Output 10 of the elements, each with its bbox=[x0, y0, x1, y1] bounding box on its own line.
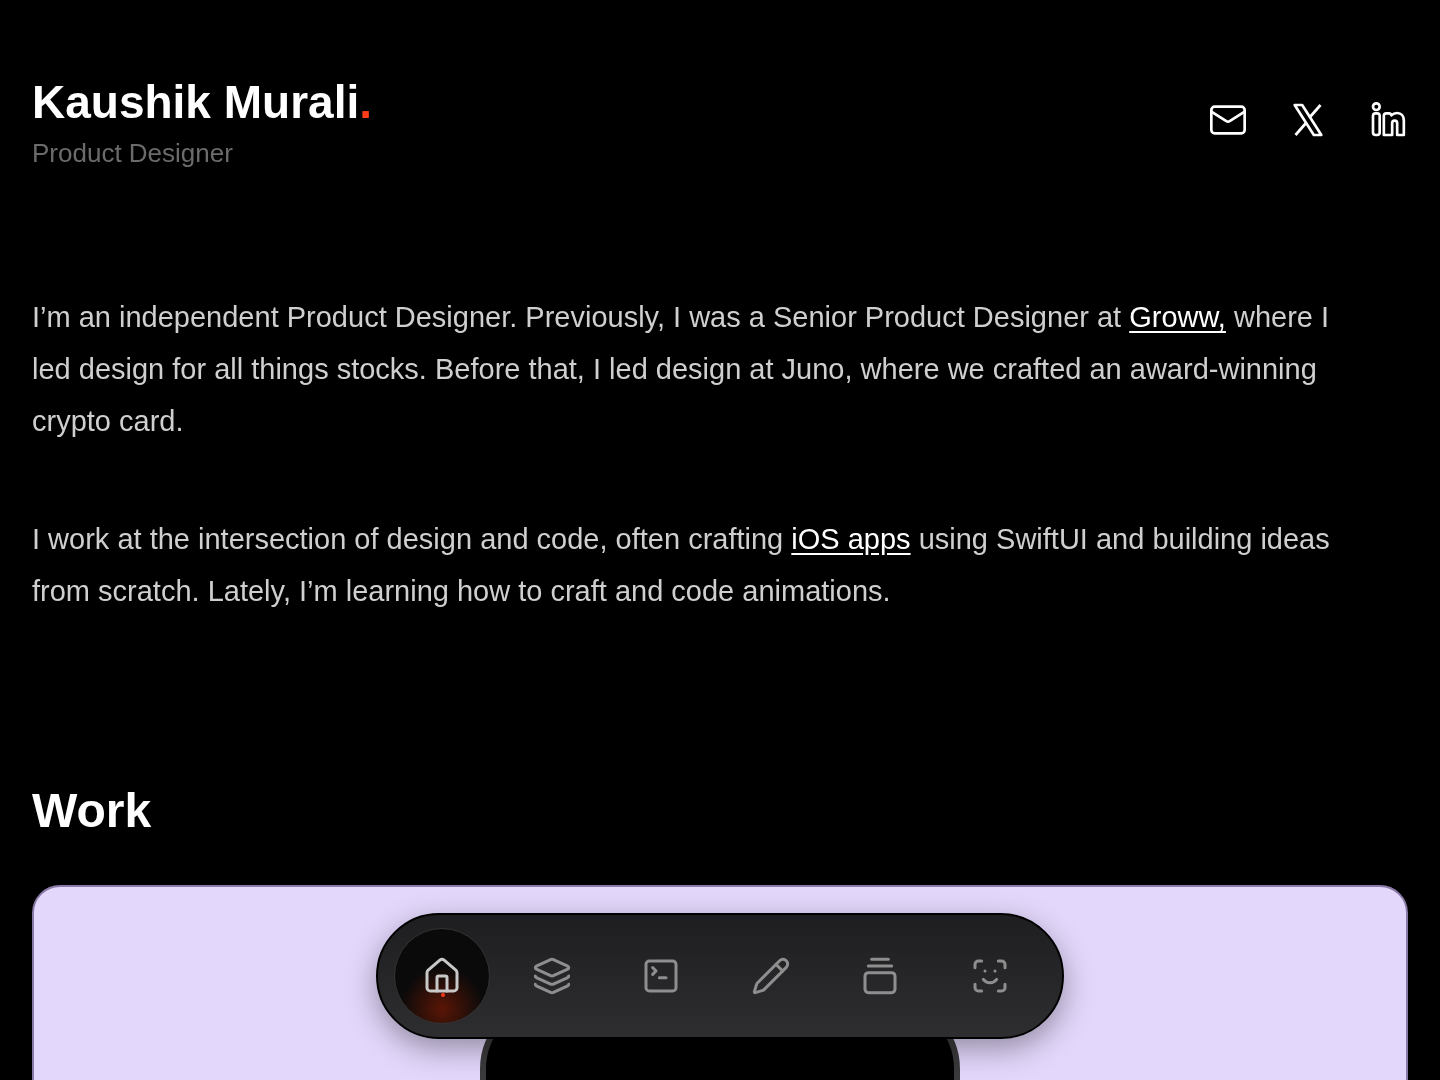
layers-icon bbox=[531, 956, 572, 996]
inline-link[interactable]: Groww, bbox=[1129, 301, 1226, 333]
role-subtitle: Product Designer bbox=[32, 137, 233, 170]
pencil-icon bbox=[750, 956, 791, 996]
section-heading: Work bbox=[31, 783, 153, 839]
intro-paragraph: I’m an independent Product Designer. Previously, I was a Senior Product Designer at Groww, where I led design for all things stocks. Before that, I led design at Juno, where we crafted an award-winning crypto card. bbox=[32, 300, 1331, 439]
dock-tab[interactable] bbox=[394, 928, 490, 1024]
intro-paragraph: I work at the intersection of design and code, often crafting iOS apps using SwiftUI and building ideas from scratch. Lately, I’m learning how to craft and code animations. bbox=[32, 522, 1331, 609]
site-title: Kaushik Murali. bbox=[32, 75, 372, 130]
inline-link[interactable]: iOS apps bbox=[791, 523, 911, 555]
